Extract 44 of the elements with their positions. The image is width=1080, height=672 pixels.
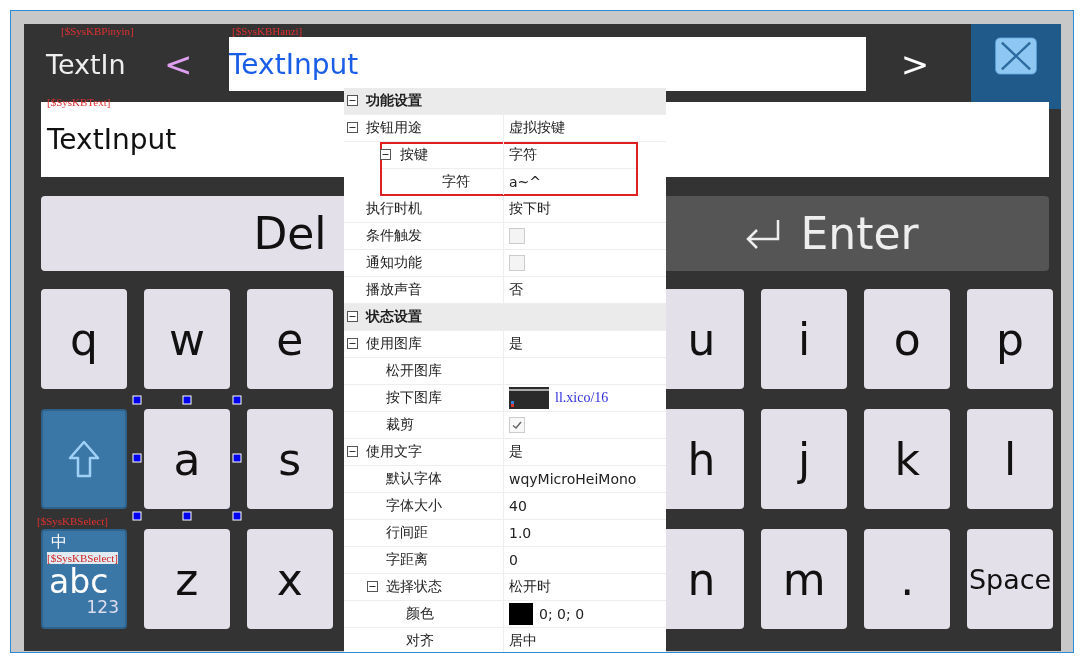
property-label: 执行时机 (366, 200, 422, 218)
property-label: 颜色 (406, 605, 434, 623)
property-label: 裁剪 (386, 416, 414, 434)
tag-label: [$SysKBSelect] (37, 515, 108, 527)
property-label: 播放声音 (366, 281, 422, 299)
property-value: 字符 (509, 146, 537, 164)
key-label: 中 (51, 534, 67, 550)
property-value: a~^ (509, 174, 542, 190)
property-label: 通知功能 (366, 254, 422, 272)
property-label: 按下图库 (386, 389, 442, 407)
section-title: 功能设置 (366, 92, 422, 110)
property-value: 是 (509, 443, 523, 461)
property-label: 松开图库 (386, 362, 442, 380)
property-label: 条件触发 (366, 227, 422, 245)
property-value: 松开时 (509, 578, 551, 596)
property-value: wqyMicroHeiMono (509, 471, 637, 487)
property-value: 0; 0; 0 (539, 606, 585, 622)
property-value: 虚拟按键 (509, 119, 565, 137)
property-label: 按钮用途 (366, 119, 422, 137)
tag-label: [$SysKBSelect] (47, 552, 118, 565)
key-label: 123 (86, 599, 119, 617)
property-label: 默认字体 (386, 470, 442, 488)
property-value: 1.0 (509, 525, 532, 541)
pinyin-text: TextIn (46, 48, 126, 80)
property-value: 0 (509, 552, 518, 568)
property-value: 否 (509, 281, 523, 299)
key-label: abc (49, 565, 109, 599)
property-value: 40 (509, 498, 527, 514)
tag-label: [$SysKBText] (47, 96, 111, 108)
property-label: 字体大小 (386, 497, 442, 515)
section-title: 状态设置 (366, 308, 422, 326)
property-value: 居中 (509, 632, 537, 650)
tag-label: [$SysKBPinyin] (61, 25, 134, 37)
property-label: 按键 (400, 146, 428, 164)
property-value: 是 (509, 335, 523, 353)
key-label: Enter (800, 208, 919, 259)
property-label: 对齐 (406, 632, 434, 650)
tag-label: [$SysKBHanzi] (232, 25, 303, 37)
property-label: 字距离 (386, 551, 428, 569)
property-label: 行间距 (386, 524, 428, 542)
property-label: 选择状态 (386, 578, 442, 596)
property-label: 使用文字 (366, 443, 422, 461)
property-label: 字符 (442, 173, 470, 191)
property-label: 使用图库 (366, 335, 422, 353)
